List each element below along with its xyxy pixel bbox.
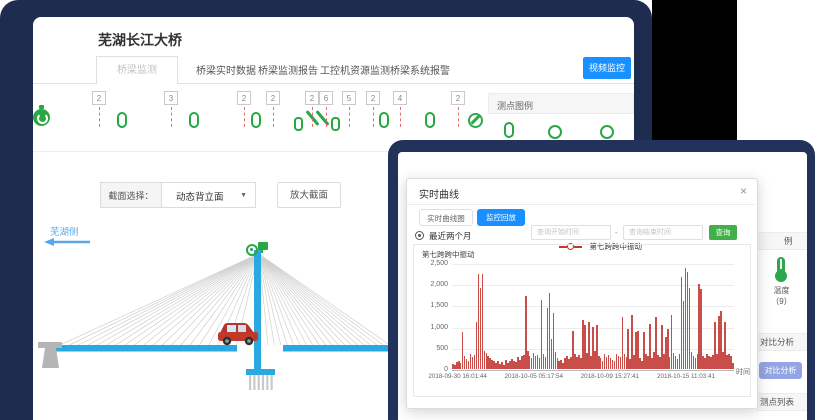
link-sensor-icon[interactable] xyxy=(189,112,199,128)
bridge-side-label: 芜湖侧 xyxy=(50,224,79,238)
range-separator: - xyxy=(615,228,618,237)
expansion-joint-icon[interactable] xyxy=(294,108,340,134)
y-tick-label: 500 xyxy=(418,345,448,352)
x-axis-name: 时间 xyxy=(736,367,750,377)
x-tick-label: 2018-10-09 15:27:41 xyxy=(575,373,645,380)
sensor-count-badge: 4 xyxy=(393,91,407,105)
sidebar-partial-header: 例 xyxy=(756,232,807,250)
temperature-count: （9） xyxy=(764,296,799,307)
sensor-count-badge: 2 xyxy=(92,91,106,105)
compare-analysis-button[interactable]: 对比分析 xyxy=(759,362,802,379)
stopwatch-icon[interactable] xyxy=(33,109,50,126)
tab-realtime-curve[interactable]: 实时曲线图 xyxy=(419,209,473,226)
query-button[interactable]: 查询 xyxy=(709,225,737,240)
gridline xyxy=(452,370,734,371)
link-sensor-icon[interactable] xyxy=(117,112,127,128)
tab-4[interactable]: 桥梁系统报警 xyxy=(390,62,450,77)
bridge-deck-right xyxy=(283,345,390,352)
x-tick-label: 2018-09-30 16:01:44 xyxy=(423,373,493,380)
left-pier xyxy=(38,342,62,368)
dialog-title: 实时曲线 xyxy=(419,186,459,201)
y-tick-label: 1,500 xyxy=(418,302,448,309)
gridline xyxy=(452,264,734,265)
camera-icon[interactable] xyxy=(258,242,268,250)
tower-piles xyxy=(249,375,273,390)
section-select-value: 动态背立面 xyxy=(176,189,224,203)
tab-1[interactable]: 桥梁实时数据 xyxy=(196,62,256,77)
chart-plot-area xyxy=(452,264,734,370)
y-tick-label: 0 xyxy=(418,366,448,373)
car xyxy=(218,323,258,345)
sensor-ring-icon xyxy=(600,125,614,139)
link-sensor-icon xyxy=(504,122,514,138)
bridge-tower xyxy=(254,250,261,372)
link-sensor-icon[interactable] xyxy=(251,112,261,128)
chart-title: 第七跨跨中振动 xyxy=(422,249,475,260)
tower-pile-cap xyxy=(246,369,275,375)
legend-panel-title: 测点图例 xyxy=(497,99,533,112)
realtime-curve-dialog: 实时曲线 × 实时曲线图 监控回放 最近两个月 查询开始时间 - 查询结束时间 … xyxy=(406,178,758,409)
sensor-count-badge: 5 xyxy=(342,91,356,105)
background-black-region xyxy=(652,0,737,140)
sensor-count-badge: 2 xyxy=(237,91,251,105)
close-icon[interactable]: × xyxy=(740,184,747,198)
section-select-dropdown[interactable]: 动态背立面 ▼ xyxy=(161,182,256,208)
zoom-section-button[interactable]: 放大截面 xyxy=(277,182,341,208)
chart-container: 第七跨跨中振动 2,500 2,000 1,500 1,000 500 0 2018-09… xyxy=(413,244,751,397)
sensor-count-badge: 2 xyxy=(305,91,319,105)
sensor-count-badge: 3 xyxy=(164,91,178,105)
anemometer-icon[interactable] xyxy=(246,244,258,256)
tab-2[interactable]: 桥梁监测报告 xyxy=(258,62,318,77)
x-tick-label: 2018-10-15 11:03:41 xyxy=(651,373,721,380)
sensor-count-badge: 6 xyxy=(319,91,333,105)
bridge-diagram xyxy=(30,242,390,392)
tab-0[interactable]: 桥梁监测 xyxy=(96,56,178,84)
sensor-row: 2322265242 xyxy=(0,90,480,145)
link-sensor-icon[interactable] xyxy=(379,112,389,128)
sensor-count-badge: 2 xyxy=(451,91,465,105)
video-monitor-button[interactable]: 视频监控 xyxy=(583,57,631,79)
tab-3[interactable]: 工控机资源监测 xyxy=(320,62,390,77)
y-tick-label: 2,500 xyxy=(418,260,448,267)
last-two-months-radio[interactable] xyxy=(415,231,424,240)
temperature-label: 温度 xyxy=(764,285,799,296)
x-tick-label: 2018-10-05 05:17:54 xyxy=(499,373,569,380)
point-list-header: 测点列表 xyxy=(756,393,807,411)
tab-monitor-playback[interactable]: 监控回放 xyxy=(477,209,525,226)
dialog-header-divider xyxy=(407,204,755,205)
chevron-down-icon: ▼ xyxy=(240,192,247,199)
chart-bar xyxy=(732,363,734,369)
page-title: 芜湖长江大桥 xyxy=(98,30,182,50)
legend-panel-header: 测点图例 xyxy=(488,93,634,114)
sensor-ring-icon xyxy=(548,125,562,139)
thermometer-icon[interactable] xyxy=(774,257,788,282)
prohibit-icon[interactable] xyxy=(468,113,483,128)
link-sensor-icon[interactable] xyxy=(425,112,435,128)
gridline xyxy=(452,306,734,307)
y-tick-label: 2,000 xyxy=(418,281,448,288)
sensor-count-badge: 2 xyxy=(266,91,280,105)
sensor-count-badge: 2 xyxy=(366,91,380,105)
gridline xyxy=(452,285,734,286)
bridge-deck-left xyxy=(56,345,237,352)
y-tick-label: 1,000 xyxy=(418,324,448,331)
compare-section-header: 对比分析 xyxy=(756,333,807,351)
section-select-label: 截面选择： xyxy=(100,182,162,208)
radio-label: 最近两个月 xyxy=(429,230,472,242)
screen: 芜湖长江大桥 桥梁监测 桥梁实时数据桥梁监测报告工控机资源监测桥梁系统报警 视频监… xyxy=(0,0,815,420)
